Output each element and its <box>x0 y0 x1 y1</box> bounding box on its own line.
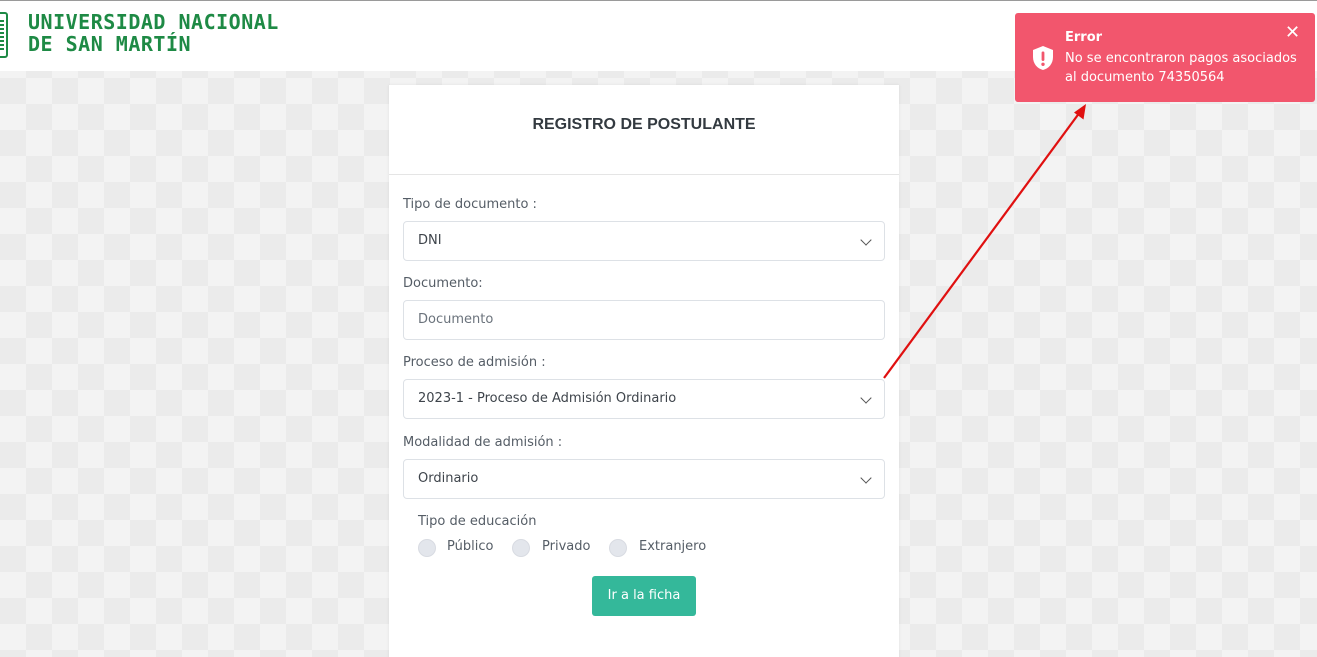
chevron-down-icon <box>860 472 872 484</box>
modalidad-value: Ordinario <box>418 471 479 486</box>
proceso-label: Proceso de admisión : <box>403 355 546 370</box>
radio-publico-label[interactable]: Público <box>447 539 493 554</box>
error-toast: Error No se encontraron pagos asociados … <box>1015 13 1315 102</box>
chevron-down-icon <box>860 392 872 404</box>
modalidad-label: Modalidad de admisión : <box>403 435 563 450</box>
modalidad-select[interactable]: Ordinario <box>403 459 885 499</box>
proceso-value: 2023-1 - Proceso de Admisión Ordinario <box>418 391 677 406</box>
logo-line-1: UNIVERSIDAD NACIONAL <box>28 10 279 34</box>
radio-publico[interactable] <box>418 539 436 557</box>
tipo-documento-select[interactable]: DNI <box>403 221 885 261</box>
documento-placeholder: Documento <box>418 312 494 327</box>
university-logo-text: UNIVERSIDAD NACIONAL DE SAN MARTÍN <box>28 11 279 55</box>
toast-title: Error <box>1065 30 1103 45</box>
tipo-documento-value: DNI <box>418 233 442 248</box>
close-icon[interactable]: ✕ <box>1285 23 1300 43</box>
shield-alert-icon <box>1033 46 1053 70</box>
radio-extranjero[interactable] <box>609 539 627 557</box>
proceso-select[interactable]: 2023-1 - Proceso de Admisión Ordinario <box>403 379 885 419</box>
tipo-educacion-label: Tipo de educación <box>418 514 537 529</box>
page-title: REGISTRO DE POSTULANTE <box>532 116 756 133</box>
ir-a-la-ficha-button[interactable]: Ir a la ficha <box>592 576 696 616</box>
card-divider <box>389 174 899 175</box>
chevron-down-icon <box>860 234 872 246</box>
radio-privado-label[interactable]: Privado <box>542 539 590 554</box>
university-logo-emblem <box>0 12 8 58</box>
radio-privado[interactable] <box>512 539 530 557</box>
tipo-documento-label: Tipo de documento : <box>403 197 537 212</box>
logo-line-2: DE SAN MARTÍN <box>28 32 192 56</box>
registration-card <box>389 85 899 657</box>
documento-input[interactable]: Documento <box>403 300 885 340</box>
toast-message: No se encontraron pagos asociados al doc… <box>1065 51 1297 85</box>
documento-label: Documento: <box>403 276 483 291</box>
radio-extranjero-label[interactable]: Extranjero <box>639 539 706 554</box>
